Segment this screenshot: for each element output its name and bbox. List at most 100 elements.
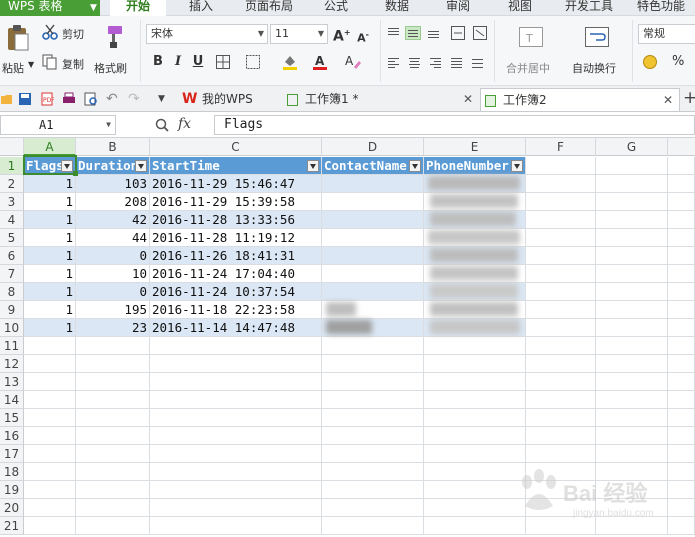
cell[interactable]: 2016-11-29 15:39:58: [150, 193, 322, 211]
copy-button[interactable]: 复制: [42, 54, 90, 74]
cell[interactable]: [150, 499, 322, 517]
cell[interactable]: [24, 499, 76, 517]
doc-tab-my-wps[interactable]: W 我的WPS: [180, 88, 280, 111]
cell[interactable]: [526, 355, 596, 373]
cell[interactable]: [596, 157, 668, 175]
align-middle-button[interactable]: [405, 26, 421, 40]
cell[interactable]: [526, 193, 596, 211]
select-all-corner[interactable]: [0, 138, 24, 156]
cell[interactable]: [596, 301, 668, 319]
tab-developer[interactable]: 开发工具: [558, 0, 620, 16]
font-size-select[interactable]: 11 ▼: [270, 24, 328, 44]
row-header[interactable]: 7: [0, 265, 24, 283]
print-icon[interactable]: [62, 92, 76, 106]
cell[interactable]: [424, 409, 526, 427]
row-header[interactable]: 13: [0, 373, 24, 391]
cell[interactable]: [24, 445, 76, 463]
cell[interactable]: 208: [76, 193, 150, 211]
formula-input[interactable]: Flags: [214, 115, 695, 135]
cell[interactable]: [526, 445, 596, 463]
row-header[interactable]: 12: [0, 355, 24, 373]
cell[interactable]: [76, 463, 150, 481]
distribute-button[interactable]: [470, 56, 486, 70]
cell[interactable]: [526, 211, 596, 229]
cell[interactable]: [596, 391, 668, 409]
cell[interactable]: 1: [24, 301, 76, 319]
tab-review[interactable]: 审阅: [436, 0, 480, 16]
fill-color-icon[interactable]: [281, 53, 299, 71]
cell[interactable]: [24, 337, 76, 355]
cell[interactable]: 0: [76, 283, 150, 301]
quick-access-dropdown-icon[interactable]: ▼: [158, 92, 172, 106]
cell[interactable]: [668, 427, 695, 445]
cell[interactable]: [322, 499, 424, 517]
cell[interactable]: 2016-11-24 10:37:54: [150, 283, 322, 301]
doc-tab-workbook1[interactable]: 工作簿1 * ✕: [283, 88, 478, 111]
cell[interactable]: [668, 391, 695, 409]
align-bottom-button[interactable]: [426, 26, 442, 40]
cell[interactable]: [322, 481, 424, 499]
border-icon[interactable]: [215, 54, 231, 70]
cell[interactable]: [424, 445, 526, 463]
wrap-text-button[interactable]: 自动换行: [568, 22, 626, 80]
cell[interactable]: [322, 211, 424, 229]
cell[interactable]: 42: [76, 211, 150, 229]
table-header-cell[interactable]: Flags: [24, 157, 76, 175]
row-header[interactable]: 9: [0, 301, 24, 319]
cell[interactable]: 23: [76, 319, 150, 337]
cell[interactable]: 1: [24, 247, 76, 265]
cell[interactable]: 1: [24, 211, 76, 229]
cell[interactable]: 44: [76, 229, 150, 247]
cell[interactable]: 1: [24, 229, 76, 247]
table-header-cell[interactable]: PhoneNumber: [424, 157, 526, 175]
cell[interactable]: [424, 517, 526, 535]
cell[interactable]: [322, 463, 424, 481]
cell[interactable]: [668, 445, 695, 463]
cell[interactable]: [596, 229, 668, 247]
cell[interactable]: [526, 319, 596, 337]
cell[interactable]: [526, 157, 596, 175]
cell[interactable]: [526, 283, 596, 301]
cell[interactable]: [424, 337, 526, 355]
row-header[interactable]: 10: [0, 319, 24, 337]
tab-special[interactable]: 特色功能: [630, 0, 692, 16]
cell[interactable]: [322, 265, 424, 283]
cell[interactable]: [150, 427, 322, 445]
undo-icon[interactable]: ↶: [106, 92, 120, 106]
font-color-icon[interactable]: A: [311, 53, 329, 71]
cell[interactable]: [322, 229, 424, 247]
cell[interactable]: [24, 427, 76, 445]
cell[interactable]: [76, 481, 150, 499]
cell[interactable]: [424, 499, 526, 517]
cell[interactable]: [596, 445, 668, 463]
cell[interactable]: [668, 283, 695, 301]
cell[interactable]: 2016-11-29 15:46:47: [150, 175, 322, 193]
cell[interactable]: 2016-11-24 17:04:40: [150, 265, 322, 283]
cell[interactable]: [24, 373, 76, 391]
app-menu-button[interactable]: WPS 表格 ▼: [0, 0, 100, 16]
cell[interactable]: 1: [24, 283, 76, 301]
cell[interactable]: [526, 265, 596, 283]
tab-page-layout[interactable]: 页面布局: [238, 0, 300, 16]
cell[interactable]: [322, 409, 424, 427]
merge-center-button[interactable]: T 合并居中: [502, 22, 560, 80]
tab-insert[interactable]: 插入: [178, 0, 224, 16]
row-header[interactable]: 15: [0, 409, 24, 427]
row-header[interactable]: 17: [0, 445, 24, 463]
font-name-select[interactable]: 宋体 ▼: [146, 24, 268, 44]
cell[interactable]: [76, 355, 150, 373]
cell[interactable]: [424, 463, 526, 481]
column-header-g[interactable]: G: [596, 138, 668, 156]
cell[interactable]: [150, 355, 322, 373]
align-right-button[interactable]: [428, 56, 444, 70]
name-box[interactable]: A1 ▼: [0, 115, 116, 135]
cell[interactable]: [668, 229, 695, 247]
percent-button[interactable]: %: [642, 52, 692, 74]
filter-dropdown-icon[interactable]: [511, 160, 523, 172]
row-header[interactable]: 16: [0, 427, 24, 445]
column-header-d[interactable]: D: [322, 138, 424, 156]
cell[interactable]: [24, 463, 76, 481]
cell[interactable]: [668, 265, 695, 283]
cell[interactable]: [668, 247, 695, 265]
cell[interactable]: 195: [76, 301, 150, 319]
